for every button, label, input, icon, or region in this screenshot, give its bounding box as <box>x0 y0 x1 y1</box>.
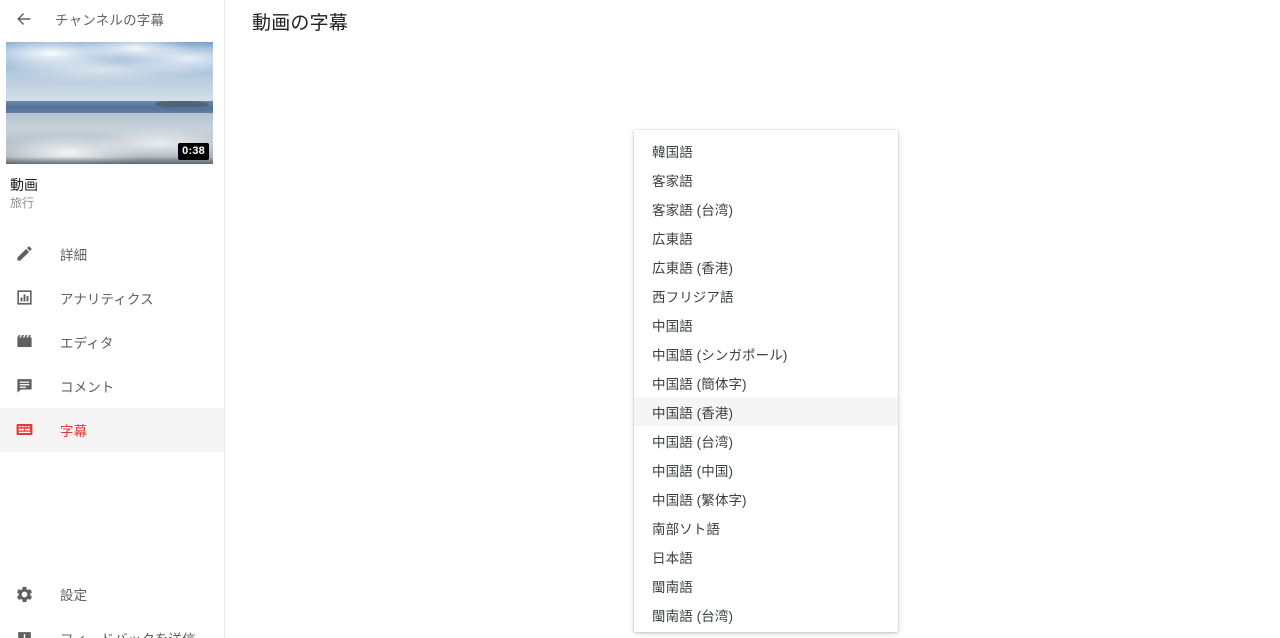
sidebar-item-details[interactable]: 詳細 <box>0 232 224 276</box>
page-title: 動画の字幕 <box>252 13 349 34</box>
subtitles-icon <box>12 418 36 442</box>
dropdown-option[interactable]: 西フリジア語 <box>634 281 898 310</box>
language-dropdown-menu[interactable]: 韓国語 客家語 客家語 (台湾) 広東語 広東語 (香港) 西フリジア語 中国語… <box>634 130 898 632</box>
dropdown-option[interactable]: 日本語 <box>634 542 898 571</box>
main-content: 動画の字幕 韓国語 客家語 客家語 (台湾) 広東語 広東語 (香港) 西フリジ… <box>225 0 1280 638</box>
sidebar-item-label: エディタ <box>60 335 114 351</box>
sidebar-item-label: アナリティクス <box>60 291 154 307</box>
sidebar-item-comments[interactable]: コメント <box>0 364 224 408</box>
sidebar-item-label: 字幕 <box>60 423 88 439</box>
dropdown-option[interactable]: 広東語 <box>634 223 898 252</box>
dropdown-option[interactable]: 中国語 <box>634 310 898 339</box>
video-subtitle: 旅行 <box>10 196 35 211</box>
video-thumbnail[interactable]: 0:38 <box>6 42 213 164</box>
dropdown-option[interactable]: 中国語 (中国) <box>634 455 898 484</box>
dropdown-option[interactable]: 中国語 (シンガポール) <box>634 339 898 368</box>
dropdown-option[interactable]: 閩南語 (台湾) <box>634 600 898 629</box>
sidebar-item-subtitles[interactable]: 字幕 <box>0 407 224 452</box>
dropdown-option[interactable]: 中国語 (台湾) <box>634 426 898 455</box>
video-duration-badge: 0:38 <box>178 143 209 160</box>
back-arrow-icon[interactable] <box>12 7 36 31</box>
sidebar-header-label: チャンネルの字幕 <box>55 13 165 28</box>
sidebar-bottom-nav: 設定 フィードバックを送信 <box>0 572 224 638</box>
sidebar-item-settings[interactable]: 設定 <box>0 572 224 616</box>
sidebar-item-send-feedback[interactable]: フィードバックを送信 <box>0 616 224 638</box>
dropdown-option[interactable]: 中国語 (繁体字) <box>634 484 898 513</box>
sidebar: チャンネルの字幕 0:38 動画 旅行 詳細 アナリティクス エディタ コメント… <box>0 0 225 638</box>
sidebar-item-label: コメント <box>60 379 115 395</box>
sidebar-nav: 詳細 アナリティクス エディタ コメント 字幕 <box>0 232 224 452</box>
gear-icon <box>12 582 36 606</box>
video-meta: 動画 旅行 <box>0 164 224 212</box>
dropdown-option[interactable]: 南部ソト語 <box>634 513 898 542</box>
sidebar-item-analytics[interactable]: アナリティクス <box>0 276 224 320</box>
feedback-icon <box>12 626 36 638</box>
comment-icon <box>12 374 36 398</box>
clapperboard-editor-icon <box>12 330 36 354</box>
sidebar-item-label: フィードバックを送信 <box>60 628 196 638</box>
pencil-icon <box>12 242 36 266</box>
dropdown-option[interactable]: 閩南語 <box>634 571 898 600</box>
dropdown-option-highlighted[interactable]: 中国語 (香港) <box>634 397 898 426</box>
analytics-bar-chart-icon <box>12 286 36 310</box>
thumbnail-ridge <box>155 101 209 108</box>
dropdown-option[interactable]: 広東語 (香港) <box>634 252 898 281</box>
dropdown-option[interactable]: 中国語 (簡体字) <box>634 368 898 397</box>
dropdown-option[interactable]: 客家語 (台湾) <box>634 194 898 223</box>
sidebar-header: チャンネルの字幕 <box>0 4 224 34</box>
sidebar-item-editor[interactable]: エディタ <box>0 320 224 364</box>
thumbnail-sky <box>6 42 213 106</box>
dropdown-option[interactable]: 韓国語 <box>634 136 898 165</box>
dropdown-option[interactable]: 客家語 <box>634 165 898 194</box>
video-title: 動画 <box>10 177 38 193</box>
sidebar-item-label: 設定 <box>60 588 88 603</box>
sidebar-item-label: 詳細 <box>60 247 88 263</box>
app-root: チャンネルの字幕 0:38 動画 旅行 詳細 アナリティクス エディタ コメント… <box>0 0 1280 638</box>
